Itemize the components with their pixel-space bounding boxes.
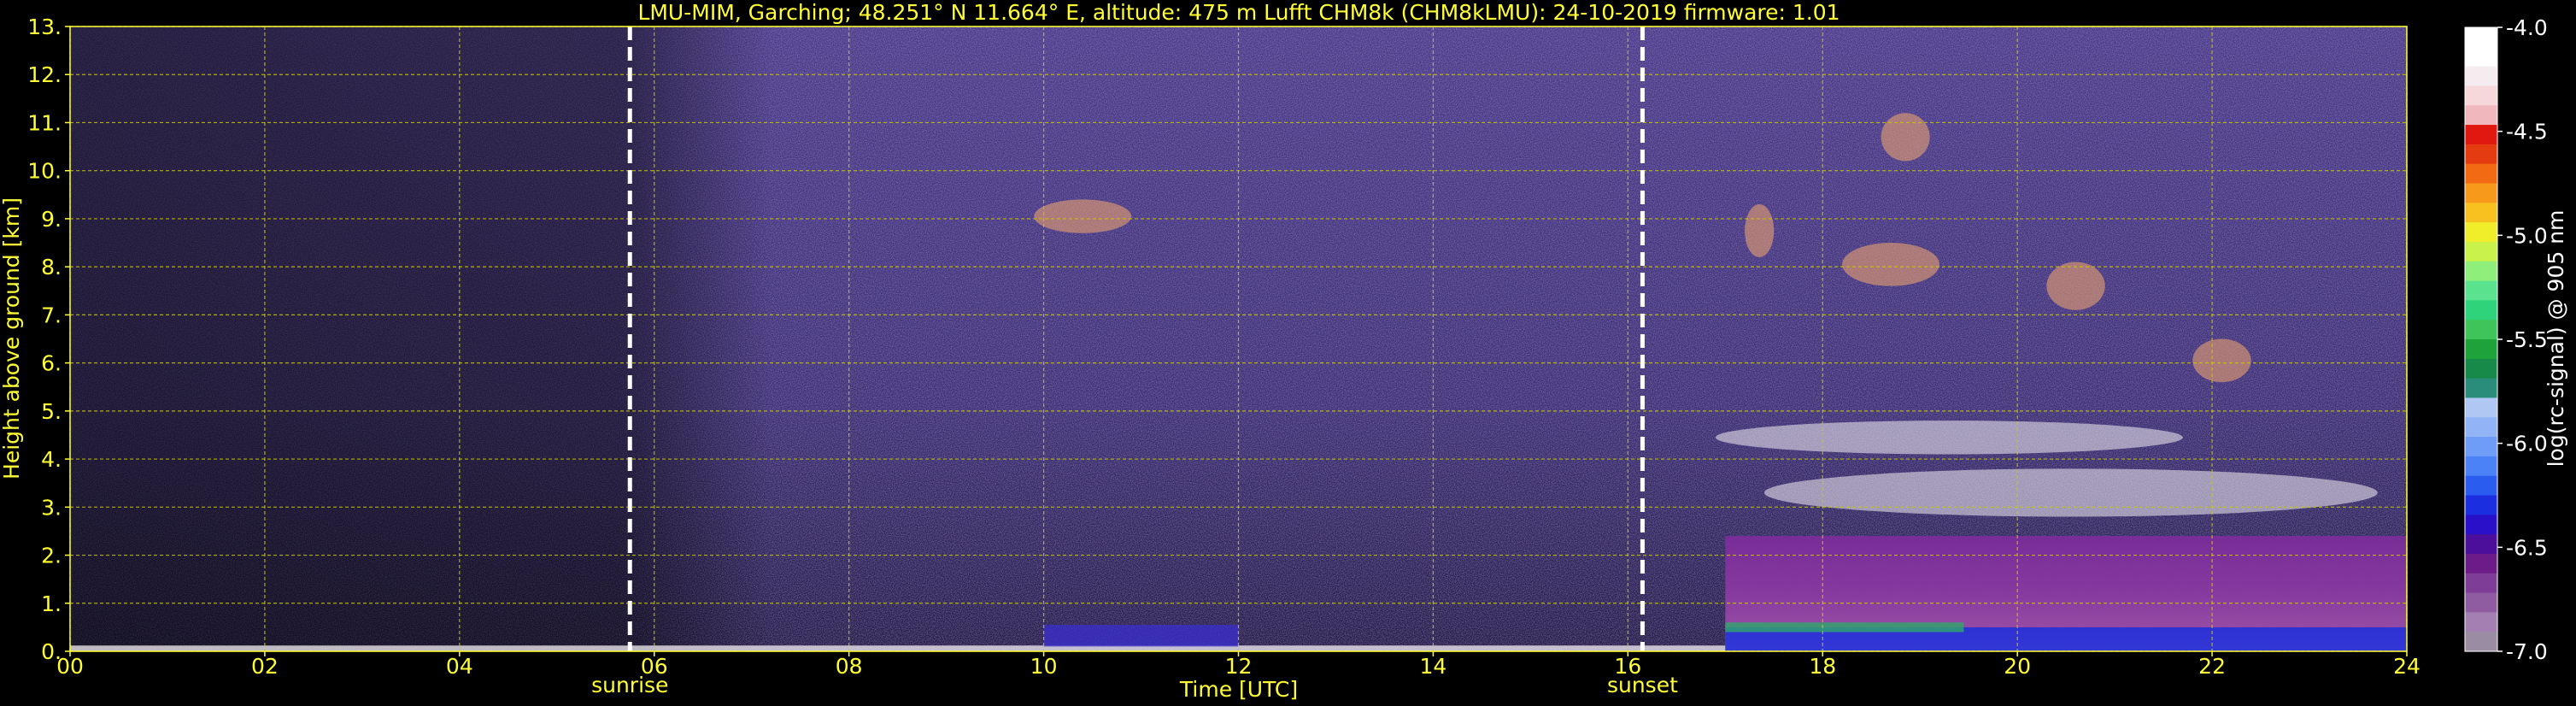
- y-tick-label: 11.: [27, 110, 62, 135]
- x-tick-label: 12: [1225, 654, 1253, 679]
- x-tick-label: 22: [2198, 654, 2226, 679]
- colorbar-segment: [2465, 437, 2497, 457]
- colorbar-segment: [2465, 515, 2497, 535]
- y-tick-label: 10.: [27, 159, 62, 184]
- ceilometer-chart: sunrise sunset 00 02 04 06 08 10 12 14 16 18 20 22 24…: [0, 0, 2568, 702]
- y-tick-label: 9.: [41, 207, 62, 232]
- colorbar-segment: [2465, 183, 2497, 203]
- colorbar-segment: [2465, 125, 2497, 145]
- x-tick-label: 16: [1614, 654, 1641, 679]
- colorbar-segment: [2465, 280, 2497, 301]
- cloud-feature: [1715, 421, 2183, 455]
- colorbar-tick-label: -6.5: [2506, 535, 2548, 560]
- y-tick-label: 2.: [41, 544, 62, 568]
- y-tick-label: 13.: [27, 15, 62, 39]
- cloud-feature: [1842, 243, 1939, 286]
- colorbar: -4.0 -4.5 -5.0 -5.5 -6.0 -6.5 -7.0: [2464, 15, 2548, 664]
- colorbar-tick-label: -6.0: [2506, 432, 2548, 456]
- colorbar-segment: [2465, 632, 2497, 652]
- x-tick-label: 14: [1420, 654, 1447, 679]
- colorbar-segment: [2465, 27, 2497, 48]
- colorbar-segment: [2465, 339, 2497, 360]
- low-signal-patch: [1043, 625, 1239, 647]
- colorbar-segment: [2465, 85, 2497, 106]
- y-tick-label: 6.: [41, 351, 62, 376]
- colorbar-segment: [2465, 495, 2497, 515]
- x-tick-label: 10: [1030, 654, 1058, 679]
- cloud-feature: [1763, 468, 2378, 517]
- colorbar-segment: [2465, 46, 2497, 68]
- colorbar-segment: [2465, 241, 2497, 262]
- x-tick-label: 04: [446, 654, 473, 679]
- x-tick-label: 24: [2393, 654, 2421, 679]
- colorbar-label: log(rc-signal) @ 905 nm: [2544, 210, 2568, 468]
- y-tick-label: 4.: [41, 447, 62, 472]
- colorbar-segment: [2465, 300, 2497, 321]
- y-tick-label: 7.: [41, 303, 62, 327]
- cloud-feature: [1745, 204, 1775, 257]
- colorbar-segment: [2465, 163, 2497, 185]
- colorbar-tick-label: -5.0: [2506, 223, 2548, 248]
- colorbar-segment: [2465, 397, 2497, 418]
- y-tick-label: 3.: [41, 495, 62, 520]
- colorbar-segment: [2465, 553, 2497, 574]
- y-tick-label: 0.: [41, 639, 62, 664]
- cloud-feature: [2046, 262, 2105, 310]
- x-tick-label: 18: [1809, 654, 1836, 679]
- x-axis-label: Time [UTC]: [1179, 677, 1298, 702]
- colorbar-segment: [2465, 222, 2497, 243]
- colorbar-segment: [2465, 534, 2497, 555]
- colorbar-tick-label: -4.5: [2506, 120, 2548, 144]
- colorbar-segment: [2465, 358, 2497, 379]
- cloud-feature: [2192, 338, 2251, 383]
- y-tick-label: 12.: [27, 62, 62, 87]
- colorbar-segment: [2465, 592, 2497, 613]
- y-tick-label: 8.: [41, 255, 62, 279]
- y-tick-label: 5.: [41, 399, 62, 424]
- cloud-feature: [1034, 199, 1132, 233]
- colorbar-tick-label: -4.0: [2506, 15, 2548, 40]
- colorbar-segment: [2465, 417, 2497, 438]
- colorbar-segment: [2465, 320, 2497, 340]
- colorbar-segment: [2465, 573, 2497, 594]
- colorbar-segment: [2465, 456, 2497, 477]
- aerosol-layer-band: [1725, 622, 1964, 632]
- colorbar-segment: [2465, 203, 2497, 223]
- x-tick-label: 06: [641, 654, 668, 679]
- colorbar-segment: [2465, 612, 2497, 632]
- y-axis-label: Height above ground [km]: [0, 197, 24, 479]
- x-tick-label: 08: [836, 654, 863, 679]
- x-tick-label: 20: [2004, 654, 2031, 679]
- x-tick-label: 02: [251, 654, 279, 679]
- y-tick-label: 1.: [41, 591, 62, 616]
- cloud-feature: [1881, 113, 1930, 162]
- colorbar-segment: [2465, 475, 2497, 497]
- chart-title: LMU-MIM, Garching; 48.251° N 11.664° E, …: [637, 0, 1840, 25]
- colorbar-segment: [2465, 105, 2497, 126]
- colorbar-segment: [2465, 66, 2497, 87]
- colorbar-segment: [2465, 144, 2497, 165]
- colorbar-tick-label: -5.5: [2506, 327, 2548, 352]
- colorbar-segment: [2465, 261, 2497, 282]
- colorbar-segment: [2465, 378, 2497, 399]
- colorbar-tick-label: -7.0: [2506, 639, 2548, 664]
